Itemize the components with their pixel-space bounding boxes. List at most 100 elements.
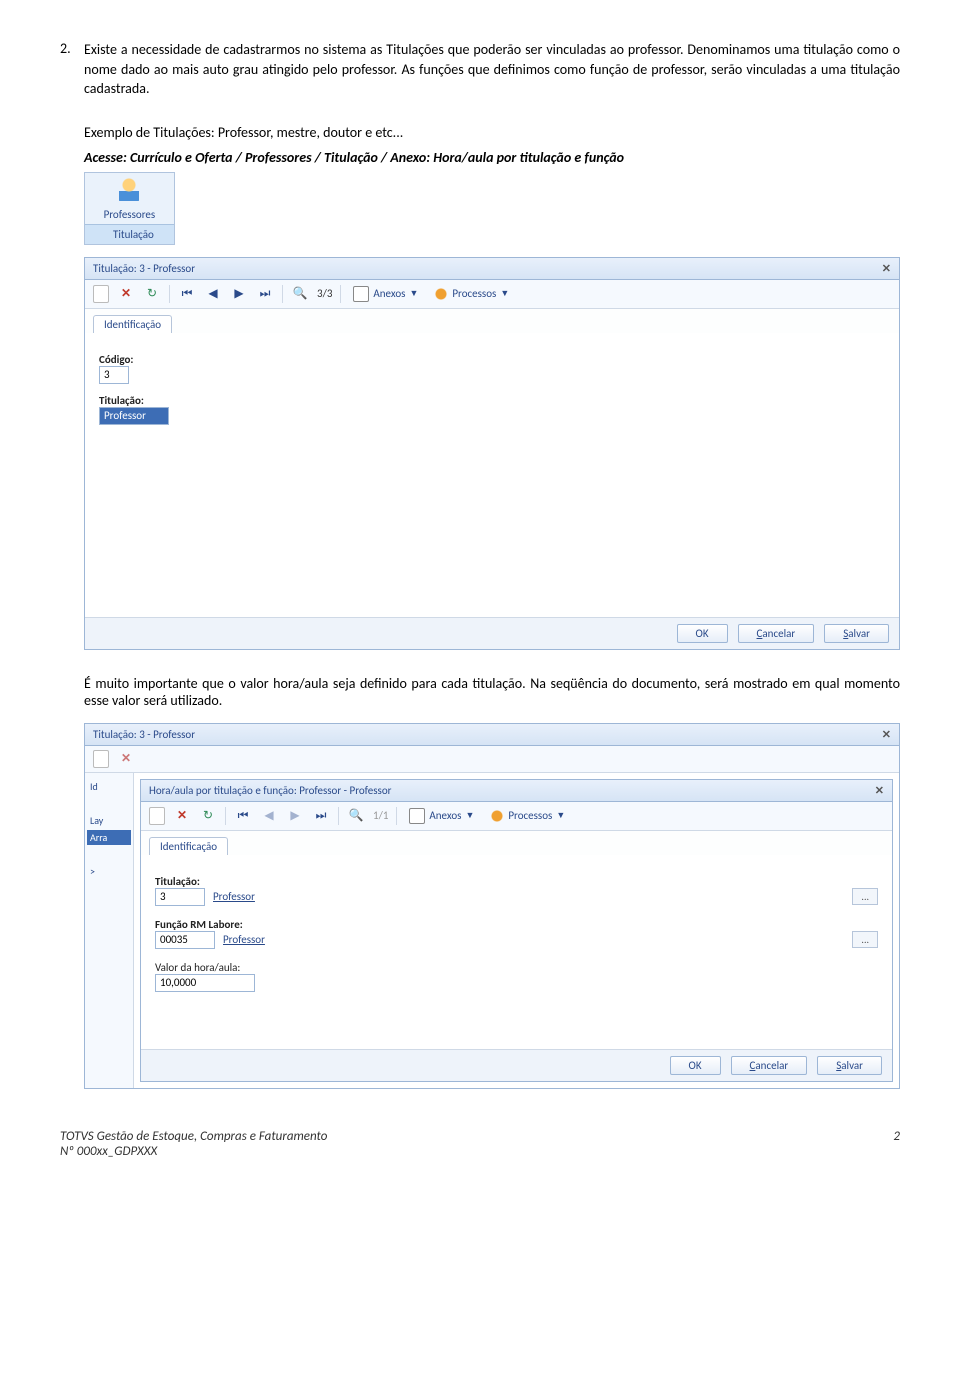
menu-titulacao-label: Titulação [113, 228, 154, 241]
titulacao-code: 3 [160, 890, 166, 903]
side-blank2[interactable] [87, 847, 131, 862]
codigo-input[interactable]: 3 [99, 366, 129, 384]
chevron-down-icon: ▼ [556, 810, 565, 821]
tab-row: Identificação [85, 309, 899, 333]
inner-area: Hora/aula por titulação e função: Profes… [134, 773, 899, 1088]
delete-icon[interactable]: ✕ [173, 807, 191, 825]
valor-label: Valor da hora/aula: [155, 961, 878, 974]
cancel-button[interactable]: Cancelar [731, 1056, 808, 1075]
menu-professores-label: Professores [104, 208, 156, 221]
ok-button[interactable]: OK [677, 624, 728, 643]
dialog-titulacao: Titulação: 3 - Professor ✕ ✕ ↻ ⏮ ◀ ▶ ⏭ 🔍… [84, 257, 900, 650]
tab-label: Identificação [104, 318, 161, 331]
titulacao-input[interactable]: Professor [99, 407, 169, 425]
anexos-icon [409, 808, 425, 824]
anexos-label: Anexos [429, 809, 461, 822]
valor-value: 10,0000 [160, 976, 196, 989]
side-id[interactable]: Id [87, 779, 131, 794]
separator [396, 807, 397, 825]
tab-row: Identificação [141, 831, 892, 855]
titulacao-label: Titulação: [155, 875, 878, 888]
note-paragraph: É muito importante que o valor hora/aula… [84, 675, 900, 709]
menu-titulacao[interactable]: Titulação [85, 224, 174, 244]
dialog-titulacao-titlebar: Titulação: 3 - Professor ✕ [85, 258, 899, 280]
pager-text: 3/3 [317, 287, 332, 300]
funcao-label: Função RM Labore: [155, 918, 878, 931]
last-icon[interactable]: ⏭ [256, 285, 274, 303]
cancel-button[interactable]: Cancelar [738, 624, 815, 643]
list-number: 2. [60, 40, 84, 99]
side-strip: Id Lay Arra > [85, 773, 134, 1088]
refresh-icon[interactable]: ↻ [143, 285, 161, 303]
chevron-down-icon: ▼ [500, 288, 509, 299]
dialog-titulacao-title: Titulação: 3 - Professor [93, 262, 195, 275]
ok-button[interactable]: OK [670, 1056, 721, 1075]
search-icon[interactable]: 🔍 [347, 807, 365, 825]
processos-label: Processos [452, 287, 496, 300]
funcao-code-input[interactable]: 00035 [155, 931, 215, 949]
save-button[interactable]: Salvar [817, 1056, 882, 1075]
close-icon[interactable]: ✕ [882, 728, 891, 741]
refresh-icon[interactable]: ↻ [199, 807, 217, 825]
ok-label: OK [689, 1059, 702, 1072]
dialog-footer: OK Cancelar Salvar [141, 1049, 892, 1081]
example-line: Exemplo de Titulações: Professor, mestre… [84, 124, 900, 141]
ok-label: OK [696, 627, 709, 640]
codigo-value: 3 [104, 368, 110, 381]
menu-professores[interactable]: Professores [85, 173, 174, 224]
anexos-icon [353, 286, 369, 302]
titulacao-code-input[interactable]: 3 [155, 888, 205, 906]
side-blank1[interactable] [87, 796, 131, 811]
funcao-code: 00035 [160, 933, 188, 946]
lookup-button[interactable]: ... [852, 931, 878, 948]
save-button[interactable]: Salvar [824, 624, 889, 643]
delete-icon[interactable]: ✕ [117, 750, 135, 768]
titulacao-label: Titulação: [99, 394, 885, 407]
next-icon[interactable]: ▶ [230, 285, 248, 303]
close-icon[interactable]: ✕ [882, 262, 891, 275]
professor-icon [117, 177, 141, 201]
anexos-dropdown[interactable]: Anexos ▼ [349, 284, 422, 304]
side-arrow[interactable]: > [87, 864, 131, 879]
side-arra[interactable]: Arra [87, 830, 131, 845]
chevron-down-icon: ▼ [409, 288, 418, 299]
anexos-label: Anexos [373, 287, 405, 300]
hora-aula-titlebar: Hora/aula por titulação e função: Profes… [141, 780, 892, 802]
processos-dropdown[interactable]: Processos ▼ [486, 807, 569, 825]
lookup-button[interactable]: ... [852, 888, 878, 905]
delete-icon[interactable]: ✕ [117, 285, 135, 303]
prev-icon[interactable]: ◀ [260, 807, 278, 825]
tab-identificacao[interactable]: Identificação [149, 837, 228, 855]
new-icon[interactable] [93, 285, 109, 303]
processos-icon [434, 287, 448, 301]
first-icon[interactable]: ⏮ [234, 807, 252, 825]
separator [169, 285, 170, 303]
separator [338, 807, 339, 825]
outer-body: Id Lay Arra > Hora/aula por titulação e … [85, 773, 899, 1088]
funcao-name: Professor [223, 933, 844, 946]
next-icon[interactable]: ▶ [286, 807, 304, 825]
close-icon[interactable]: ✕ [875, 784, 884, 797]
dialog-hora-aula: Hora/aula por titulação e função: Profes… [140, 779, 893, 1082]
prev-icon[interactable]: ◀ [204, 285, 222, 303]
codigo-label: Código: [99, 353, 885, 366]
anexos-dropdown[interactable]: Anexos ▼ [405, 806, 478, 826]
outer-title: Titulação: 3 - Professor [93, 728, 195, 741]
valor-input[interactable]: 10,0000 [155, 974, 255, 992]
last-icon[interactable]: ⏭ [312, 807, 330, 825]
outer-toolbar: ✕ [85, 746, 899, 773]
page-footer: TOTVS Gestão de Estoque, Compras e Fatur… [60, 1129, 900, 1159]
search-icon[interactable]: 🔍 [291, 285, 309, 303]
first-icon[interactable]: ⏮ [178, 285, 196, 303]
footer-page-number: 2 [893, 1129, 900, 1159]
list-text: Existe a necessidade de cadastrarmos no … [84, 40, 900, 99]
hora-aula-toolbar: ✕ ↻ ⏮ ◀ ▶ ⏭ 🔍 1/1 Anexos ▼ [141, 802, 892, 831]
menu-screenshot: Professores Titulação [84, 172, 175, 245]
side-lay[interactable]: Lay [87, 813, 131, 828]
toolbar: ✕ ↻ ⏮ ◀ ▶ ⏭ 🔍 3/3 Anexos ▼ Processos ▼ [85, 280, 899, 309]
new-icon[interactable] [149, 807, 165, 825]
processos-dropdown[interactable]: Processos ▼ [430, 285, 513, 303]
new-icon[interactable] [93, 750, 109, 768]
footer-docnum: Nº 000xx_GDPXXX [60, 1144, 157, 1159]
tab-identificacao[interactable]: Identificação [93, 315, 172, 333]
